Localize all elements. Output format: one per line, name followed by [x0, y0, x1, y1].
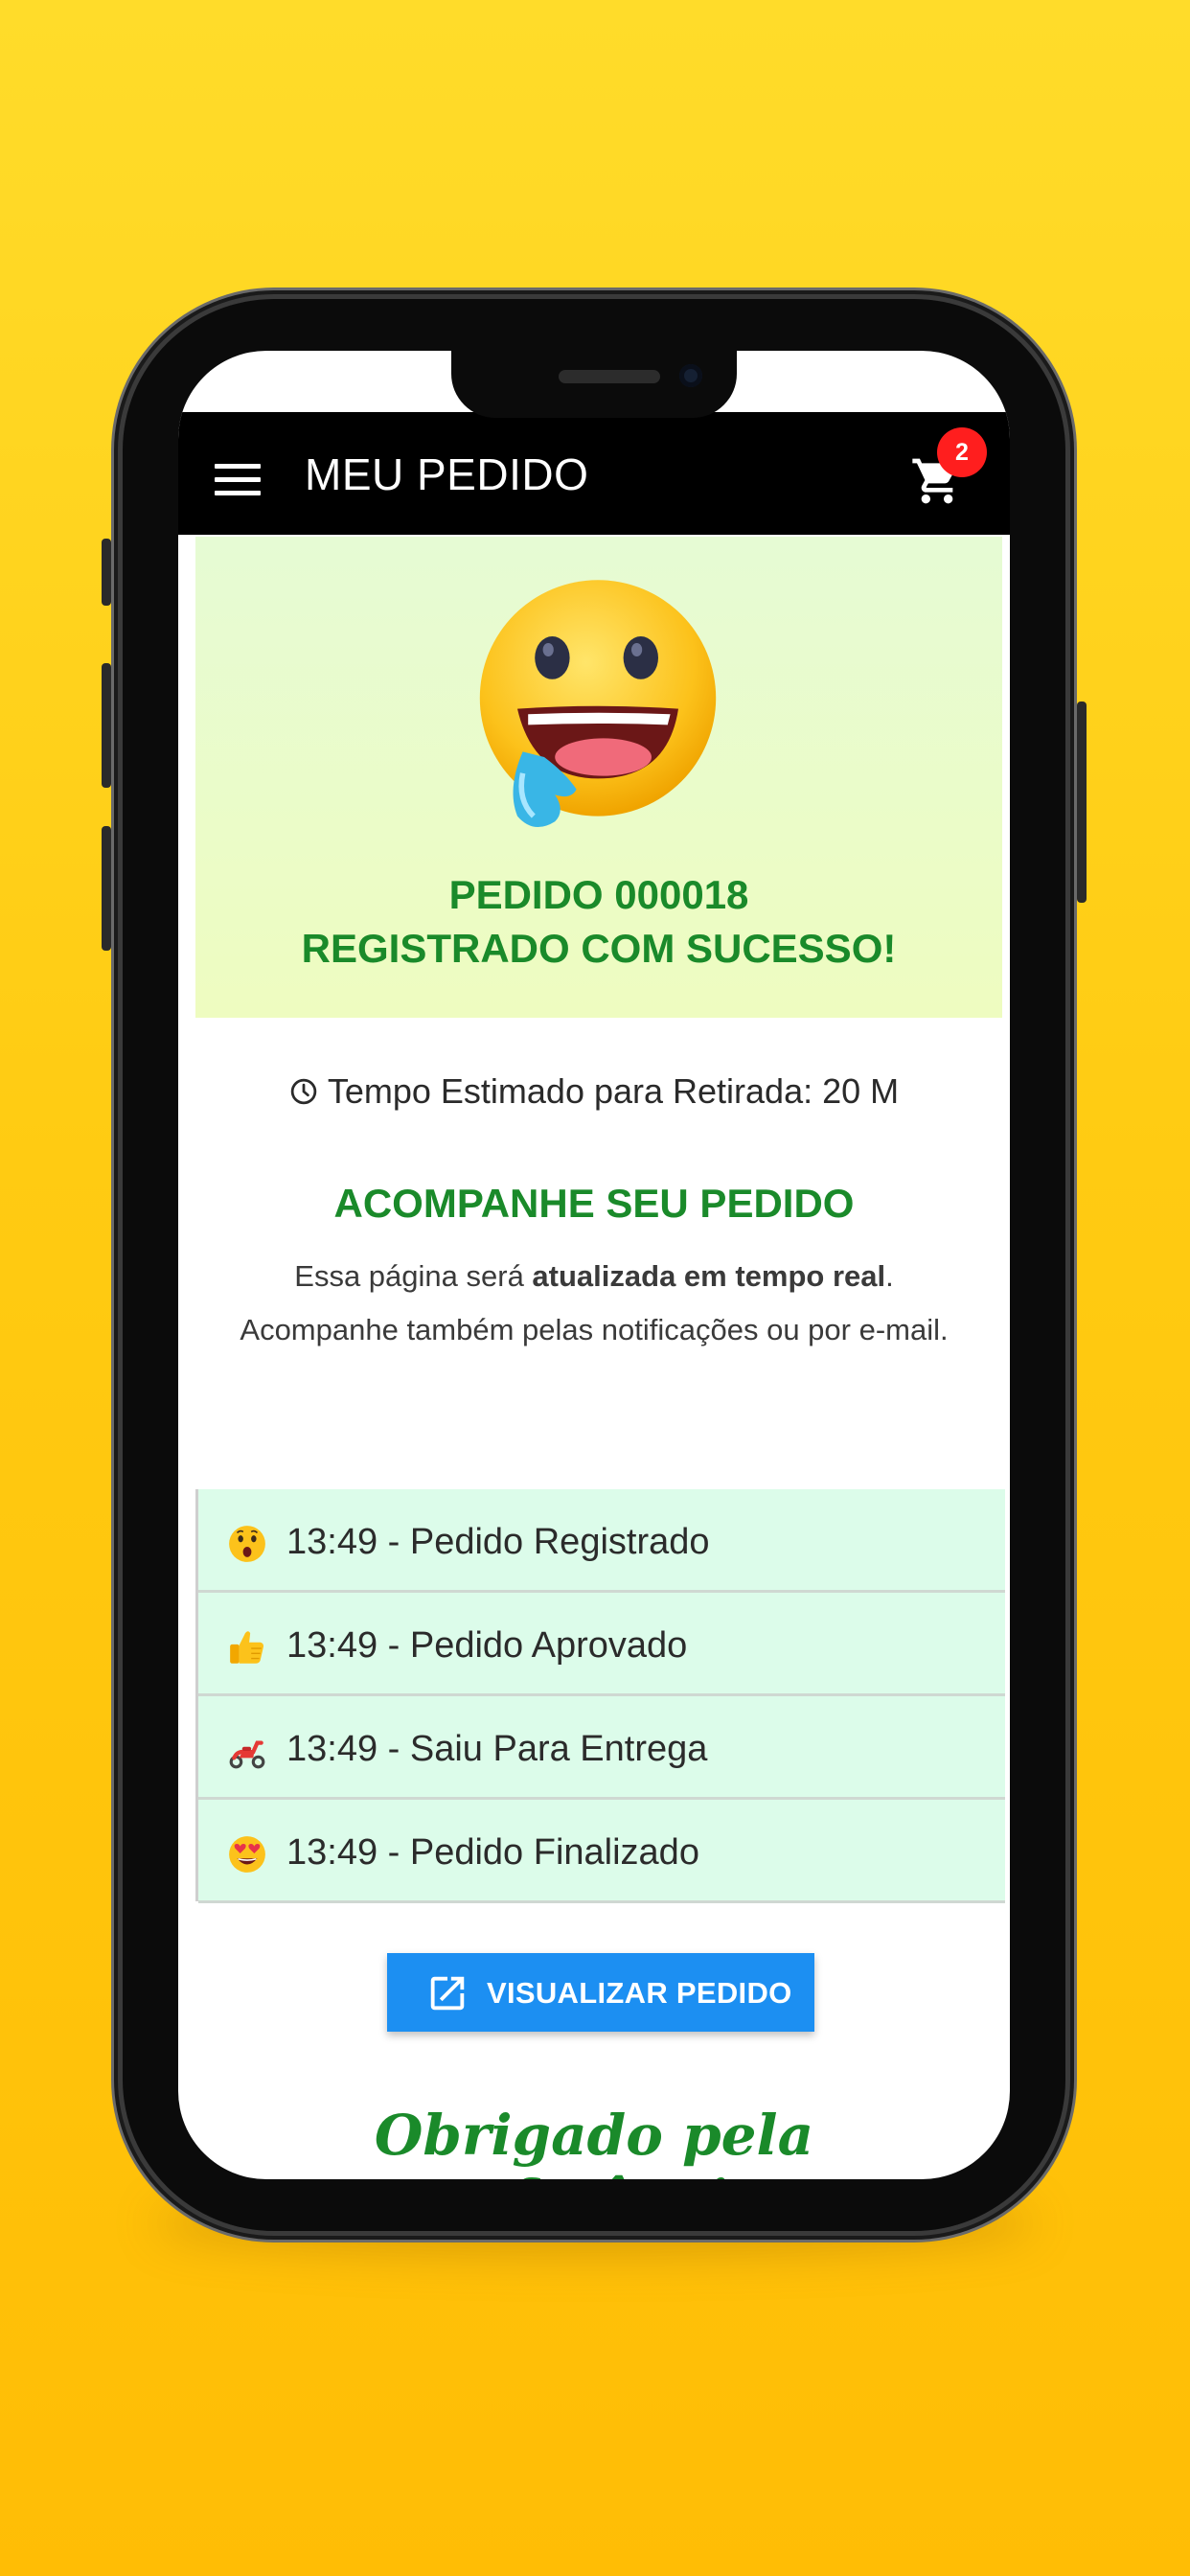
view-order-label: VISUALIZAR PEDIDO — [487, 1976, 792, 2010]
realtime-info: Essa página será atualizada em tempo rea… — [178, 1259, 1010, 1294]
order-status-timeline: 13:49 - Pedido Registrado 13:49 - Pedido… — [195, 1489, 1005, 1903]
order-success-message: REGISTRADO COM SUCESSO! — [301, 926, 897, 971]
status-label: 13:49 - Pedido Finalizado — [286, 1832, 699, 1873]
status-finalized: 13:49 - Pedido Finalizado — [198, 1800, 1005, 1903]
status-label: 13:49 - Saiu Para Entrega — [286, 1729, 708, 1769]
speaker — [559, 370, 660, 383]
heart-eyes-emoji — [229, 1836, 265, 1873]
app-bar: MEU PEDIDO 2 — [178, 412, 1010, 535]
notch — [451, 351, 737, 418]
status-approved: 13:49 - Pedido Aprovado — [198, 1593, 1005, 1696]
status-label: 13:49 - Pedido Registrado — [286, 1522, 710, 1562]
front-camera — [679, 364, 702, 387]
estimated-time: Tempo Estimado para Retirada: 20 M — [178, 1071, 1010, 1112]
scooter-emoji — [229, 1740, 265, 1769]
cart-count-badge: 2 — [937, 427, 987, 477]
phone-frame: MEU PEDIDO 2 PEDIDO 000018 REGISTRADO CO… — [102, 299, 1087, 2231]
volume-up-button — [102, 663, 111, 788]
status-registered: 13:49 - Pedido Registrado — [198, 1489, 1005, 1593]
info-bold: atualizada em tempo real — [532, 1259, 886, 1293]
order-success-banner: PEDIDO 000018 REGISTRADO COM SUCESSO! — [195, 537, 1002, 1018]
status-out-for-delivery: 13:49 - Saiu Para Entrega — [198, 1696, 1005, 1800]
view-order-button[interactable]: VISUALIZAR PEDIDO — [387, 1953, 814, 2032]
page-title: MEU PEDIDO — [305, 449, 589, 499]
mute-switch — [102, 539, 111, 606]
info-prefix: Essa página será — [294, 1259, 533, 1293]
hamburger-menu-icon[interactable] — [215, 464, 261, 496]
phone-screen: MEU PEDIDO 2 PEDIDO 000018 REGISTRADO CO… — [178, 351, 1010, 2179]
clock-icon — [290, 1078, 317, 1105]
thumbs-up-emoji — [230, 1631, 264, 1664]
notification-info: Acompanhe também pelas notificações ou p… — [240, 1313, 949, 1346]
info-suffix: . — [885, 1259, 894, 1293]
status-label: 13:49 - Pedido Aprovado — [286, 1625, 688, 1666]
power-button — [1077, 702, 1087, 903]
open-external-icon — [430, 1976, 465, 2011]
order-number: PEDIDO 000018 — [448, 872, 749, 917]
thank-you-message: Obrigado pela preferência. — [374, 2103, 814, 2179]
volume-down-button — [102, 826, 111, 951]
drooling-face-emoji — [479, 580, 717, 828]
follow-order-heading: ACOMPANHE SEU PEDIDO — [333, 1181, 855, 1226]
estimated-time-text: Tempo Estimado para Retirada: 20 M — [327, 1071, 900, 1111]
surprised-face-emoji — [229, 1526, 265, 1562]
